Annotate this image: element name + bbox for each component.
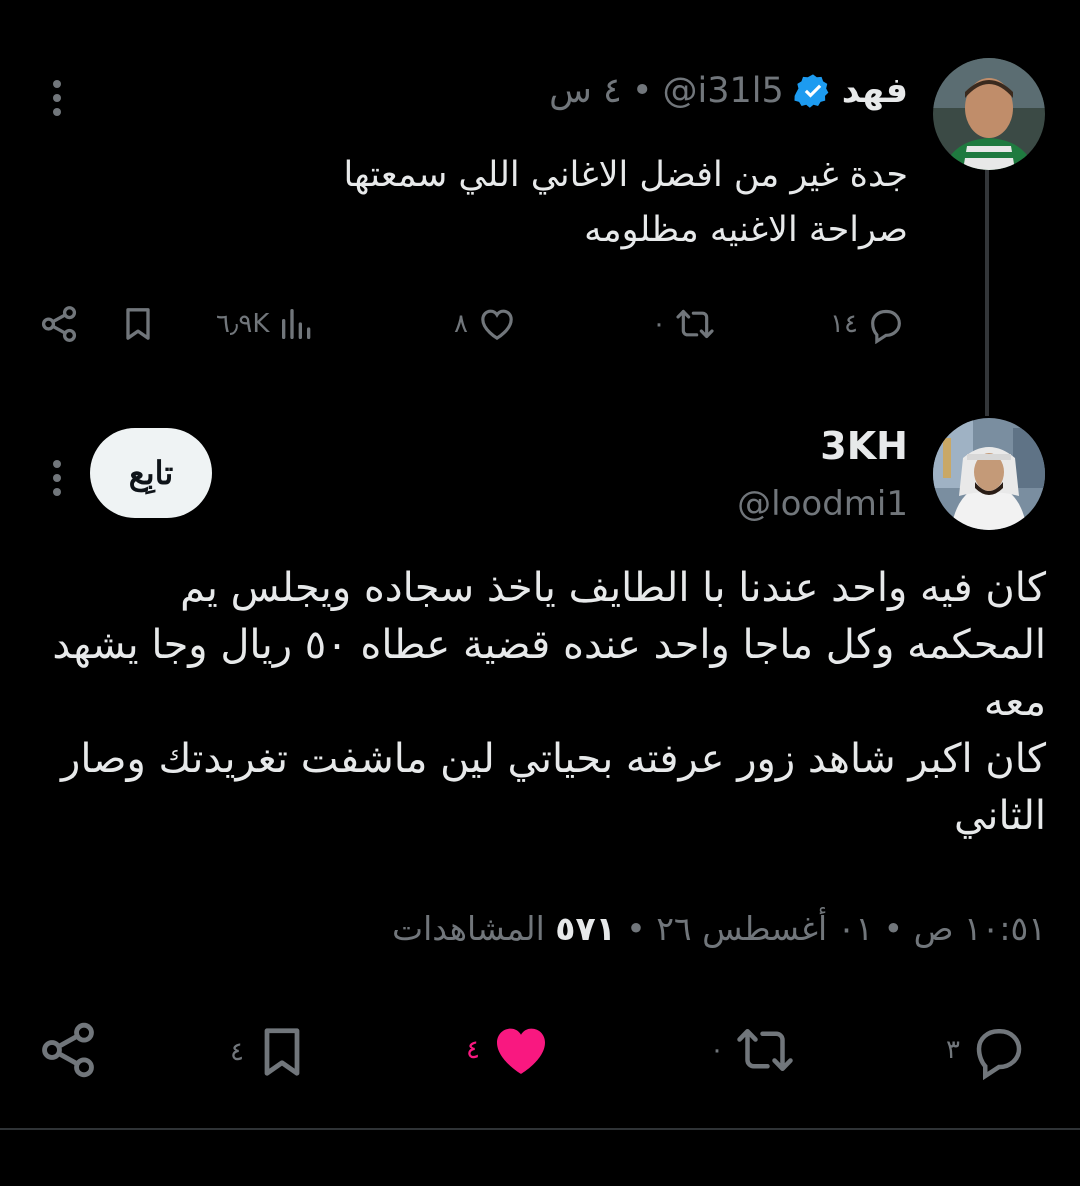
reply-handle[interactable]: @loodmi1: [737, 484, 908, 524]
bookmark-icon: [126, 308, 150, 340]
share-icon: [41, 306, 77, 342]
like-count: ٤: [466, 1035, 480, 1065]
like-icon: [481, 309, 513, 341]
reply-avatar[interactable]: [933, 418, 1045, 530]
parent-views-button[interactable]: ٦٫٩K: [216, 304, 317, 344]
parent-time[interactable]: ٤ س: [549, 68, 622, 114]
separator-dot: •: [626, 909, 646, 948]
more-icon[interactable]: [52, 460, 62, 502]
views-icon: [282, 309, 311, 339]
parent-share-button[interactable]: [38, 302, 80, 346]
separator-dot: •: [631, 71, 653, 111]
reply-reply-button[interactable]: ٣: [946, 1020, 1030, 1080]
parent-repost-button[interactable]: ٠: [652, 304, 716, 344]
reply-text-line: كان فيه واحد عندنا با الطايف ياخذ سجاده …: [180, 565, 1046, 611]
reply-meta: ١٠:٥١ ص • ٠١ أغسطس ٢٦ • ٥٧١ المشاهدات: [392, 906, 1046, 952]
bookmark-icon: [264, 1028, 300, 1076]
reply-like-button[interactable]: ٤: [466, 1018, 554, 1082]
repost-icon: [676, 309, 714, 339]
parent-text-line: صراحة الاغنيه مظلومه: [584, 210, 908, 250]
thread-line: [985, 170, 989, 416]
parent-name[interactable]: فهد: [842, 68, 908, 114]
reply-icon: [871, 309, 901, 344]
parent-bookmark-button[interactable]: [118, 302, 158, 346]
parent-text-line: جدة غير من افضل الاغاني اللي سمعتها: [343, 155, 909, 195]
reply-time[interactable]: ١٠:٥١ ص: [914, 909, 1046, 948]
parent-handle[interactable]: @i31l5: [662, 68, 783, 114]
like-count: ٨: [454, 309, 468, 339]
parent-reply-button[interactable]: ١٤: [830, 304, 906, 344]
repost-count: ٠: [652, 309, 666, 339]
reply-count: ١٤: [830, 309, 858, 339]
reply-text-line: المحكمه وكل ماجا واحد عنده قضية عطاه ٥٠ …: [52, 622, 1046, 668]
verified-icon: [794, 72, 832, 110]
reply-text: كان فيه واحد عندنا با الطايف ياخذ سجاده …: [46, 560, 1046, 845]
follow-button[interactable]: تابِع: [90, 428, 212, 518]
repost-count: ٠: [710, 1035, 724, 1065]
reply-icon: [976, 1029, 1022, 1080]
tweet-thread: فهد @i31l5 • ٤ س جدة غير من افضل الاغاني…: [0, 0, 1080, 1186]
views-count: ٥٧١: [555, 909, 616, 948]
like-icon: [496, 1028, 545, 1074]
reply-text-line: معه: [983, 679, 1046, 725]
reply-text-line: كان اكبر شاهد زور عرفته بحياتي لين ماشفت…: [61, 736, 1046, 782]
views-count: ٦٫٩K: [216, 309, 270, 339]
reply-bookmark-button[interactable]: ٤: [230, 1020, 312, 1084]
divider: [0, 1128, 1080, 1130]
reply-count: ٣: [946, 1035, 960, 1065]
more-icon[interactable]: [52, 80, 62, 122]
views-label[interactable]: المشاهدات: [392, 909, 545, 948]
repost-icon: [737, 1029, 793, 1071]
parent-text: جدة غير من افضل الاغاني اللي سمعتها صراح…: [208, 148, 909, 258]
separator-dot: •: [883, 909, 904, 948]
reply-repost-button[interactable]: ٠: [710, 1020, 798, 1080]
reply-date[interactable]: ٠١ أغسطس ٢٦: [656, 909, 873, 948]
reply-text-line: الثاني: [953, 793, 1046, 839]
bookmark-count: ٤: [230, 1037, 244, 1067]
reply-name[interactable]: 3KH: [820, 424, 908, 468]
parent-avatar[interactable]: [933, 58, 1045, 170]
share-icon: [42, 1022, 94, 1078]
parent-header: فهد @i31l5 • ٤ س: [549, 68, 908, 114]
reply-share-button[interactable]: [36, 1018, 100, 1082]
parent-like-button[interactable]: ٨: [454, 304, 518, 344]
